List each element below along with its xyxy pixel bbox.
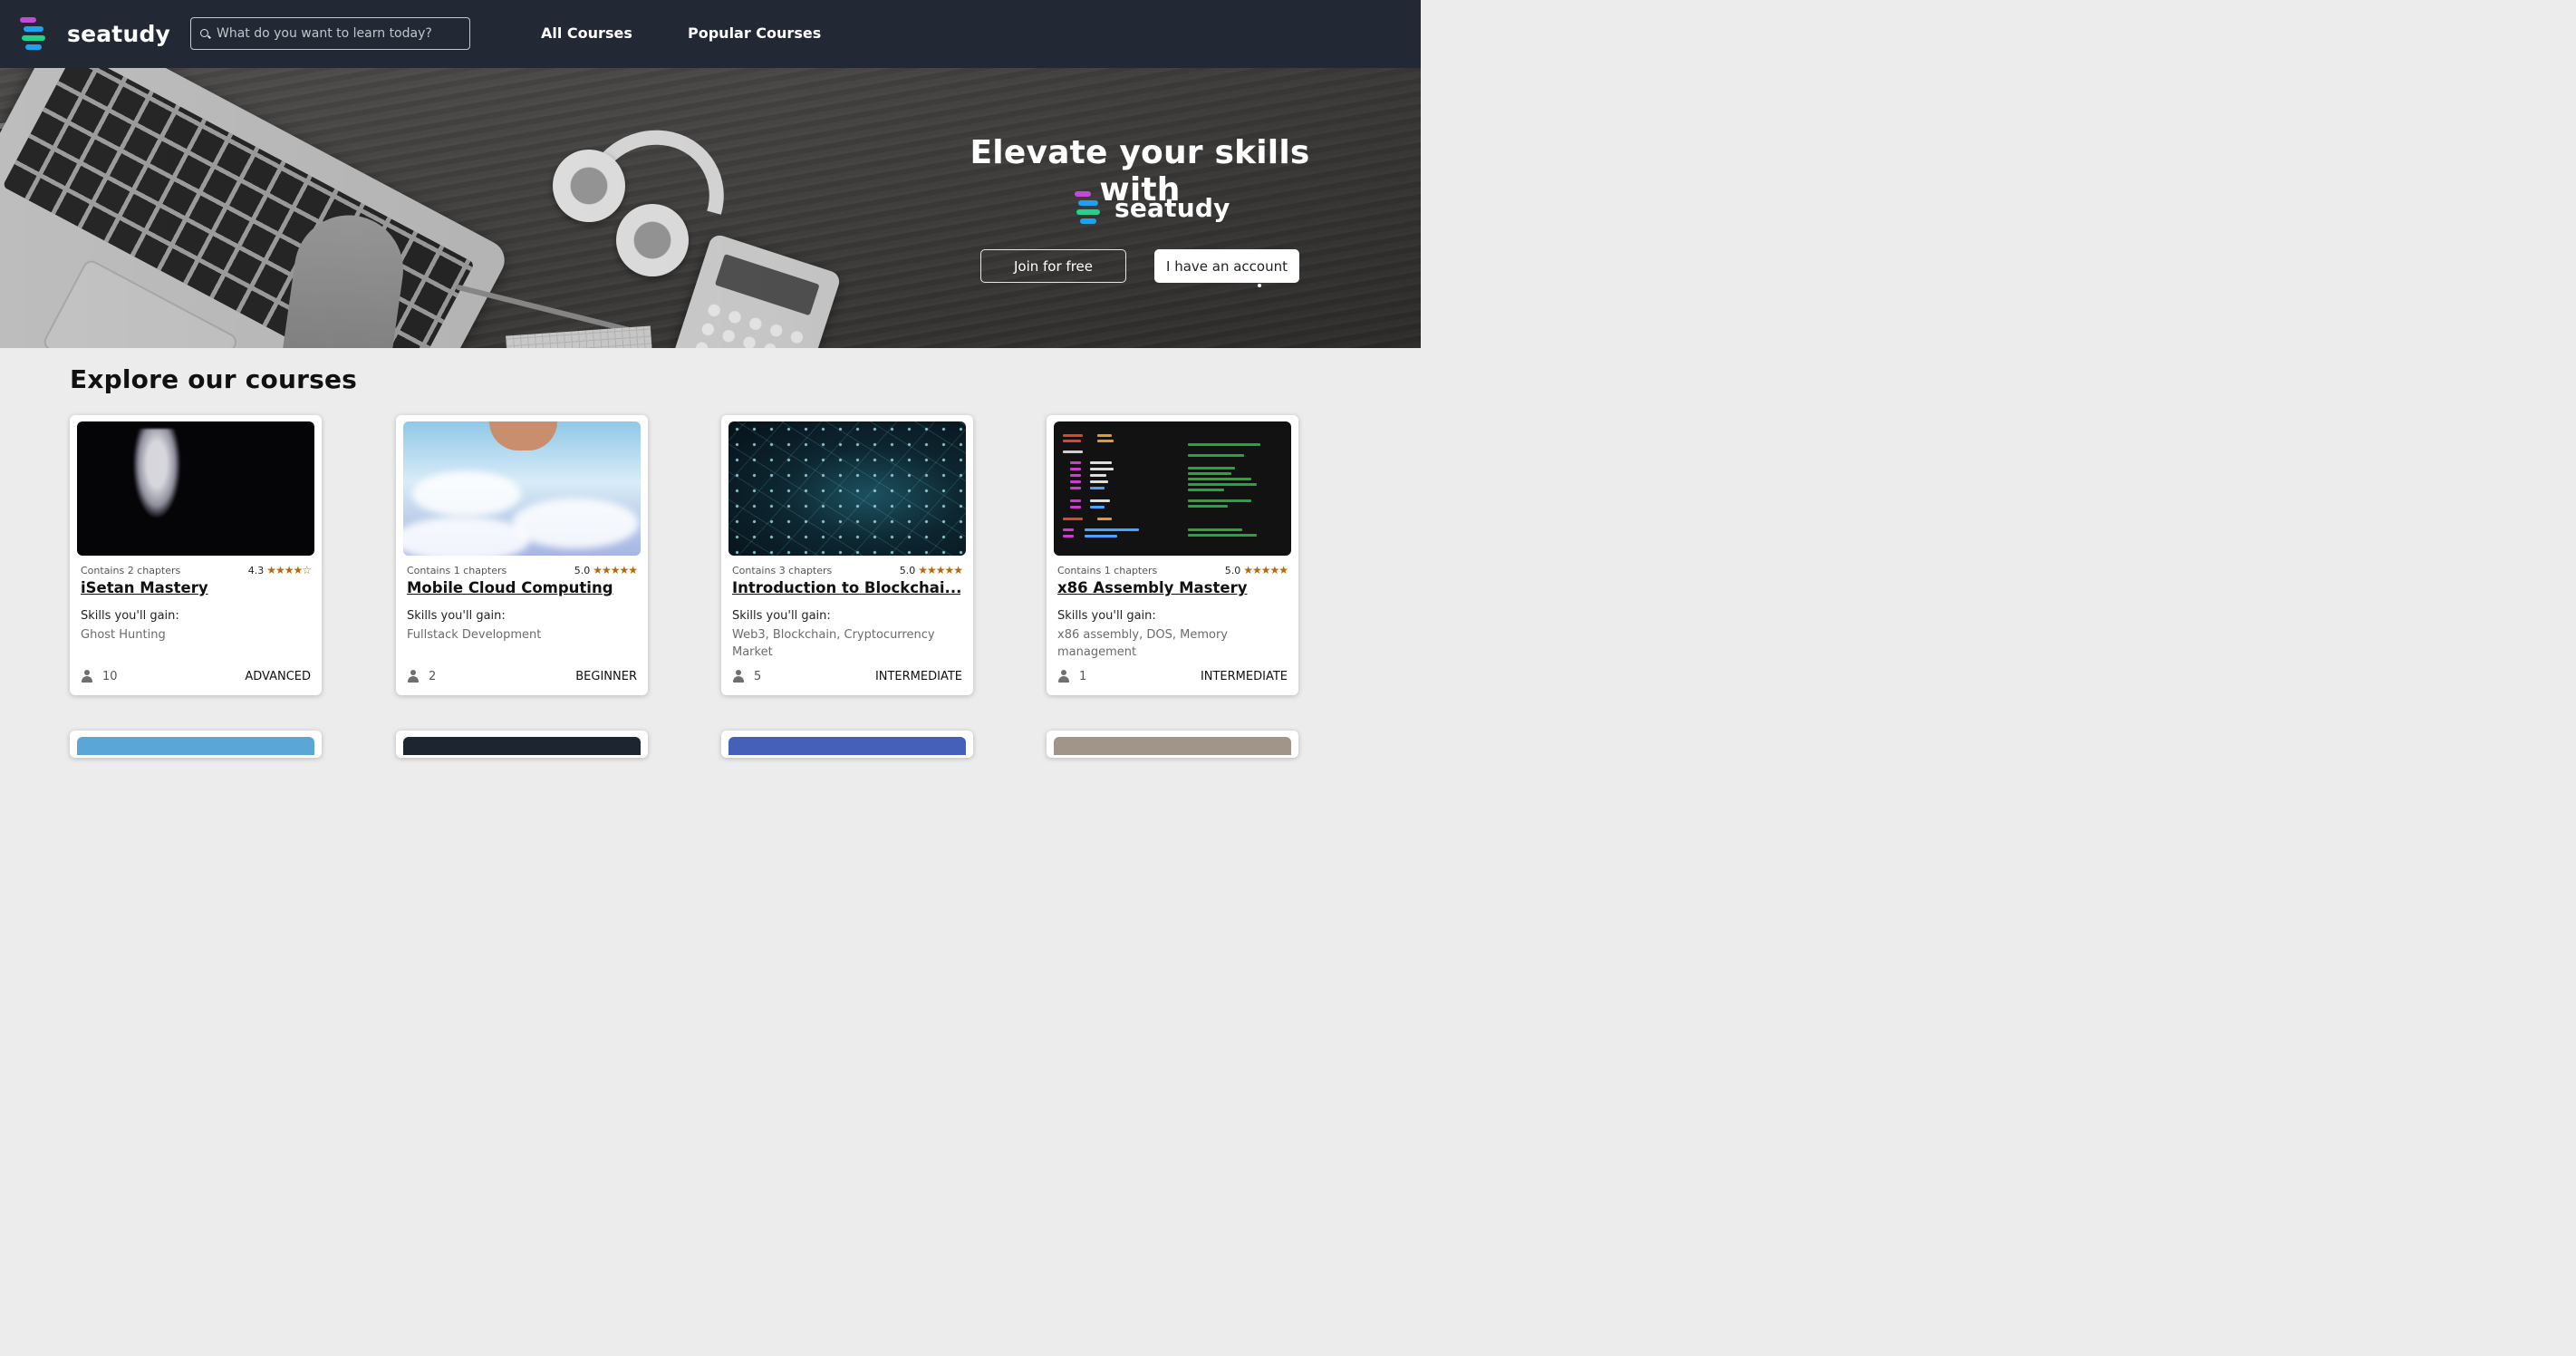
navbar: seatudy All Courses Popular Courses	[0, 0, 1421, 68]
nav-all-courses[interactable]: All Courses	[541, 24, 632, 42]
user-icon	[81, 670, 93, 683]
skills-list: x86 assembly, DOS, Memory management	[1057, 628, 1228, 659]
cursor-dot	[1258, 284, 1261, 287]
chapter-count: Contains 2 chapters	[81, 564, 181, 576]
course-rating: 5.0 ★★★★★	[574, 564, 638, 576]
rating-value: 5.0	[1224, 564, 1241, 576]
hero-brand-name: seatudy	[1114, 192, 1230, 223]
course-thumbnail	[728, 421, 966, 556]
learner-count: 2	[407, 670, 436, 683]
rating-value: 4.3	[247, 564, 265, 576]
course-level: INTERMEDIATE	[1200, 669, 1288, 683]
course-card[interactable]	[721, 731, 973, 758]
seatudy-logo-icon	[20, 15, 47, 52]
search-box	[190, 17, 470, 50]
skills-list: Fullstack Development	[407, 628, 542, 642]
course-card[interactable]: Contains 1 chapters 5.0 ★★★★★ x86 Assemb…	[1047, 415, 1298, 695]
skills-label: Skills you'll gain:	[732, 609, 831, 623]
course-level: BEGINNER	[575, 669, 637, 683]
course-level: INTERMEDIATE	[874, 669, 962, 683]
course-level: ADVANCED	[245, 669, 311, 683]
learner-count-value: 10	[102, 669, 118, 683]
rating-value: 5.0	[574, 564, 591, 576]
learner-count-value: 5	[754, 669, 762, 683]
skills-label: Skills you'll gain:	[81, 609, 179, 623]
brand-logo-link[interactable]: seatudy	[20, 15, 170, 52]
chapter-count: Contains 3 chapters	[732, 564, 833, 576]
learner-count-value: 1	[1079, 669, 1087, 683]
user-icon	[732, 670, 745, 683]
learner-count: 10	[81, 670, 118, 683]
search-icon	[200, 29, 208, 37]
skills-list: Ghost Hunting	[81, 628, 166, 642]
course-title-link[interactable]: Introduction to Blockchai...	[732, 579, 960, 596]
search-input[interactable]	[217, 18, 466, 49]
star-rating-icon: ★★★★☆	[266, 564, 312, 576]
course-rating: 5.0 ★★★★★	[1225, 564, 1288, 576]
course-card[interactable]	[396, 731, 648, 758]
user-icon	[1057, 670, 1070, 683]
course-thumbnail	[403, 421, 641, 556]
course-thumbnail	[1054, 421, 1291, 556]
nav-popular-courses[interactable]: Popular Courses	[688, 24, 821, 42]
learner-count: 1	[1057, 670, 1086, 683]
course-rating: 5.0 ★★★★★	[899, 564, 963, 576]
brand-name: seatudy	[67, 20, 171, 47]
course-card[interactable]: Contains 3 chapters 5.0 ★★★★★ Introducti…	[721, 415, 973, 695]
course-thumbnail	[77, 421, 314, 556]
join-for-free-button[interactable]: Join for free	[980, 249, 1126, 283]
have-account-button[interactable]: I have an account	[1154, 249, 1299, 283]
course-title-link[interactable]: Mobile Cloud Computing	[407, 579, 635, 596]
skills-label: Skills you'll gain:	[407, 609, 506, 623]
course-title-link[interactable]: x86 Assembly Mastery	[1057, 579, 1286, 596]
chapter-count: Contains 1 chapters	[1057, 564, 1158, 576]
rating-value: 5.0	[899, 564, 916, 576]
course-rating: 4.3 ★★★★☆	[247, 564, 312, 576]
chapter-count: Contains 1 chapters	[407, 564, 507, 576]
user-icon	[407, 670, 420, 683]
course-card[interactable]: Contains 2 chapters 4.3 ★★★★☆ iSetan Mas…	[70, 415, 322, 695]
course-card[interactable]	[1047, 731, 1298, 758]
learner-count-value: 2	[429, 669, 437, 683]
course-title-link[interactable]: iSetan Mastery	[81, 579, 309, 596]
skills-list: Web3, Blockchain, Cryptocurrency Market	[732, 628, 935, 659]
star-rating-icon: ★★★★★	[1243, 564, 1288, 576]
course-card[interactable]	[70, 731, 322, 758]
hero-brand: seatudy	[1075, 189, 1230, 227]
seatudy-logo-icon	[1075, 189, 1102, 226]
star-rating-icon: ★★★★★	[918, 564, 963, 576]
star-rating-icon: ★★★★★	[593, 564, 638, 576]
section-title: Explore our courses	[70, 364, 358, 394]
skills-label: Skills you'll gain:	[1057, 609, 1156, 623]
learner-count: 5	[732, 670, 761, 683]
course-card[interactable]: Contains 1 chapters 5.0 ★★★★★ Mobile Clo…	[396, 415, 648, 695]
